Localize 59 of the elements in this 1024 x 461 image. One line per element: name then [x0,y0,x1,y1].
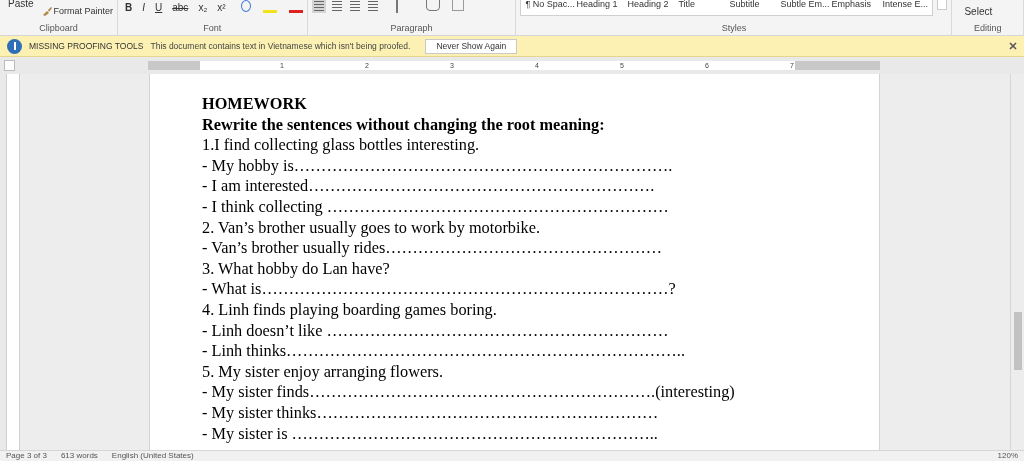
document-line: 4. Linh finds playing boarding games boring. [202,299,498,321]
document-line: - I think collecting ……………………………………………………… [202,196,670,218]
document-line: - Linh doesn’t like ……………………………………………………… [202,320,670,342]
style-item[interactable]: ¶ No Spac... [525,0,576,11]
document-line: - Van’s brother usually rides…………………………………………… [202,238,664,259]
group-label: Clipboard [39,22,78,34]
document-line: - I am interested………………………………………………………. [202,176,656,197]
zoom-level[interactable]: 120% [997,451,1018,461]
document-line: 5. My sister enjoy arranging flowers. [202,361,444,383]
vertical-scrollbar[interactable] [1010,74,1024,450]
highlight-color-icon[interactable] [262,10,277,13]
document-line: - My hobby is……………………………………………………………. [202,155,674,177]
align-icon[interactable] [365,0,380,13]
document-line: Rewrite the sentences without changing the root meaning: [202,114,606,136]
document-line: - What is…………………………………………………………………? [202,279,677,300]
word-count: 613 words [60,451,98,461]
info-icon [7,38,22,54]
document-line: 3. What hobby do Lan have? [202,258,391,280]
align-icon[interactable] [329,0,344,13]
style-item[interactable]: Emphasis [831,0,882,11]
font-format-button[interactable]: U [152,0,166,15]
group-label: Font [203,22,222,34]
document-line: - Linh thinks……………………………………………………………….. [202,341,686,362]
page-count: Page 3 of 3 [6,451,47,461]
format-painter-button[interactable]: Format Painter [41,5,114,19]
font-format-button[interactable]: B [122,0,136,15]
font-format-button[interactable]: abc [169,0,192,15]
document-line: - My sister thinks……………………………………………………… [202,402,660,424]
style-item[interactable]: Intense E... [882,0,933,11]
paste-button[interactable]: Paste [4,0,38,10]
paintbrush-icon [41,7,52,17]
group-label: Styles [721,22,747,34]
style-item[interactable]: Subtitle [729,0,780,11]
document-line: - My sister finds……………………………………………………….(interesting) [202,382,736,403]
font-format-button[interactable]: x₂ [195,0,211,15]
style-item[interactable]: Heading 2 [627,0,678,11]
style-item[interactable]: Subtle Em... [780,0,831,11]
scroll-thumb[interactable] [1013,312,1022,370]
font-format-button[interactable]: x² [214,0,229,15]
close-icon[interactable] [1009,42,1017,50]
document-line: HOMEWORK [202,94,308,115]
document-line: 1.I find collecting glass bottles interesting. [202,135,481,156]
group-label: Editing [973,22,1002,34]
align-icon[interactable] [311,0,326,13]
font-color-icon[interactable] [288,10,303,13]
group-label: Paragraph [390,22,433,34]
style-item[interactable]: Heading 1 [576,0,627,11]
document-line: - My sister is ………………………………………………………….. [202,423,659,445]
select-button[interactable]: Select [964,4,993,19]
never-show-again-button[interactable]: Never Show Again [425,38,518,54]
style-item[interactable]: Title [678,0,729,11]
align-icon[interactable] [347,0,362,13]
message-text: This document contains text in Vietnamese which isn't being proofed. [150,39,411,53]
styles-gallery[interactable]: ¶ No Spac... Heading 1 Heading 2 Title Subtitle Subtle Em... Emphasis Intense E... [520,0,934,16]
document-line: 2. Van’s brother usually goes to work by motorbike. [202,217,541,239]
font-format-button[interactable]: I [139,0,148,15]
ruler-margin [148,61,200,70]
language-status[interactable]: English (United States) [111,451,194,461]
message-title: MISSING PROOFING TOOLS [29,39,144,53]
